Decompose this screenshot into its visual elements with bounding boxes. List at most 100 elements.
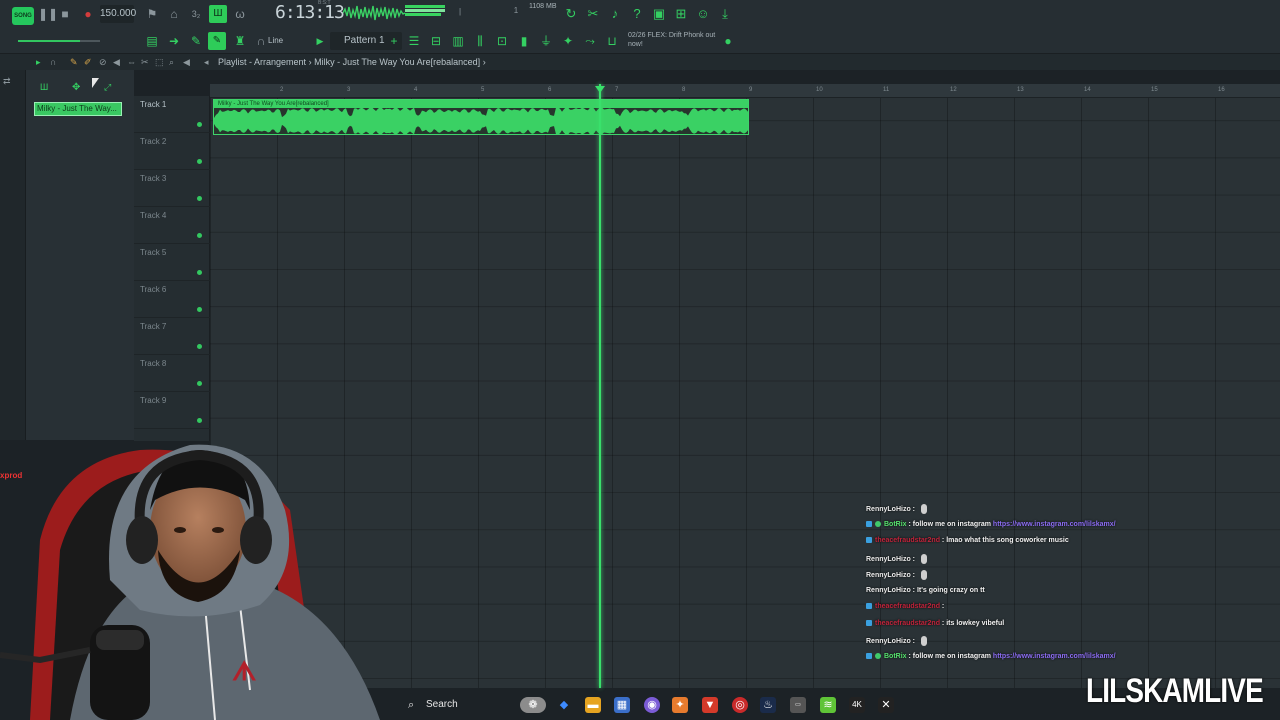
track-active-indicator[interactable]	[197, 196, 202, 201]
track-header-1[interactable]: Track 1	[134, 96, 210, 133]
slip-tool-icon[interactable]: ⇔	[127, 57, 136, 67]
file-explorer-icon[interactable]: ▬	[585, 697, 601, 713]
picker-move-icon[interactable]: ✥	[72, 82, 80, 93]
track-header-8[interactable]: Track 8	[134, 355, 210, 392]
plug-icon[interactable]: ⏚	[538, 33, 554, 49]
mixer-icon[interactable]: ☰	[406, 33, 422, 49]
snap-mode-label[interactable]: Line	[268, 36, 283, 45]
chat-link[interactable]: https://www.instagram.com/lilskamx/	[993, 521, 1116, 528]
snap-magnet-icon[interactable]: ∩	[50, 57, 56, 67]
delete-tool-icon[interactable]: ⊘	[99, 57, 107, 68]
playlist-menu-arrow-icon[interactable]: ◂	[204, 57, 209, 68]
master-pitch-knob[interactable]: |	[452, 4, 468, 20]
record-icon[interactable]: ●	[80, 6, 96, 22]
link-icon[interactable]: ⤳	[582, 33, 598, 49]
pencil-icon[interactable]: ✎	[188, 33, 204, 49]
eq-icon[interactable]: ⫼	[472, 33, 488, 49]
track-header-2[interactable]: Track 2	[134, 133, 210, 170]
track-active-indicator[interactable]	[197, 381, 202, 386]
chat-username[interactable]: RennyLoHizo	[866, 572, 911, 579]
recording-app-icon[interactable]: ◎	[732, 697, 748, 713]
pencil-tool-icon[interactable]: ✎	[70, 57, 78, 68]
stop-icon[interactable]: ■	[57, 6, 73, 22]
fl-studio-icon[interactable]: ✦	[672, 697, 688, 713]
loop-record-icon[interactable]: ω	[232, 6, 248, 22]
chat-username[interactable]: RennyLoHizo	[866, 506, 911, 513]
refresh-icon[interactable]: ↻	[563, 6, 579, 22]
chat-username[interactable]: theacefraudstar2nd	[875, 620, 940, 627]
draw-tool-button[interactable]: ✎	[208, 32, 226, 50]
step-edit-button[interactable]: Ш	[209, 5, 227, 23]
playlist-view-icon[interactable]: ▤	[144, 33, 160, 49]
piano-roll-icon[interactable]: ▥	[450, 33, 466, 49]
track-active-indicator[interactable]	[197, 270, 202, 275]
browser-icon[interactable]: ⇄	[3, 76, 11, 87]
track-active-indicator[interactable]	[197, 344, 202, 349]
chat-icon[interactable]: ☺	[695, 6, 711, 22]
arrow-right-icon[interactable]: ➜	[166, 33, 182, 49]
song-mode-toggle[interactable]: SONG	[12, 7, 34, 25]
track-header-6[interactable]: Track 6	[134, 281, 210, 318]
magnet-icon[interactable]: ∩	[253, 33, 269, 49]
4k-app-icon[interactable]: 4K	[849, 697, 865, 713]
pause-icon[interactable]: ❚❚	[38, 6, 58, 22]
playback-tool-icon[interactable]: ◀	[183, 57, 190, 68]
slice-tool-icon[interactable]: ✂	[141, 57, 149, 68]
track-active-indicator[interactable]	[197, 418, 202, 423]
song-time-display[interactable]: 6:13:13	[275, 2, 345, 23]
picker-audio-clip[interactable]: Milky - Just The Way...	[34, 102, 122, 116]
steam-icon[interactable]: ♨	[760, 697, 776, 713]
tempo-display[interactable]: 150.000	[100, 5, 136, 23]
save-icon[interactable]: ▣	[651, 6, 667, 22]
download-icon[interactable]: ⤓	[717, 6, 733, 22]
timeline-ruler[interactable]: 2 3 4 5 6 7 8 9 10 11 12 13 14 15 16	[210, 84, 1280, 98]
track-active-indicator[interactable]	[197, 307, 202, 312]
brush-tool-icon[interactable]: ✐	[84, 57, 92, 68]
play-arrow-icon[interactable]: ▶	[312, 33, 328, 49]
chat-username[interactable]: RennyLoHizo	[866, 555, 911, 562]
zoom-tool-icon[interactable]: ⌕	[169, 57, 174, 68]
add-pattern-icon[interactable]: +	[386, 33, 402, 49]
chat-link[interactable]: https://www.instagram.com/lilskamx/	[993, 653, 1116, 660]
store-icon[interactable]: ▦	[614, 697, 630, 713]
plugin-database-icon[interactable]: ⊞	[673, 6, 689, 22]
playhead[interactable]	[599, 84, 601, 688]
news-ticker[interactable]: 02/26 FLEX: Drift Phonk out now!	[628, 31, 728, 49]
brave-browser-icon[interactable]: ▼	[702, 697, 718, 713]
pattern-mode-icon[interactable]: ⚑	[144, 6, 160, 22]
discord-icon[interactable]: ◉	[644, 697, 660, 713]
master-volume-slider[interactable]	[18, 40, 100, 42]
metronome-icon[interactable]: ⌂	[166, 6, 182, 22]
playhead-marker[interactable]	[595, 86, 605, 93]
channel-rack-icon[interactable]: ⊟	[428, 33, 444, 49]
online-status-icon[interactable]: ●	[720, 33, 736, 49]
track-header-5[interactable]: Track 5	[134, 244, 210, 281]
track-header-4[interactable]: Track 4	[134, 207, 210, 244]
basket-icon[interactable]: ⊔	[604, 33, 620, 49]
app-icon[interactable]: ▭	[790, 697, 806, 713]
chat-username[interactable]: BotRix	[884, 653, 907, 660]
track-active-indicator[interactable]	[197, 159, 202, 164]
track-header-9[interactable]: Track 9	[134, 392, 210, 429]
file-icon[interactable]: ▮	[516, 33, 532, 49]
blend-notes-icon[interactable]: 3₂	[188, 6, 204, 22]
brush-icon[interactable]: ♜	[232, 33, 248, 49]
chat-username[interactable]: BotRix	[884, 521, 907, 528]
microphone-icon[interactable]: ♪	[607, 6, 623, 22]
chat-username[interactable]: RennyLoHizo	[866, 638, 911, 645]
help-icon[interactable]: ?	[629, 6, 645, 22]
wrench-icon[interactable]: ✦	[560, 33, 576, 49]
capcut-icon[interactable]: ✕	[878, 697, 894, 713]
track-active-indicator[interactable]	[197, 233, 202, 238]
picker-edit-icon[interactable]: ⤢	[104, 82, 111, 93]
picker-pattern-icon[interactable]: Ш	[40, 82, 48, 92]
chat-username[interactable]: theacefraudstar2nd	[875, 603, 940, 610]
track-active-indicator[interactable]	[197, 122, 202, 127]
search-highlight-icon[interactable]: ❁	[520, 697, 546, 713]
mute-tool-icon[interactable]: ◀	[113, 57, 120, 68]
chat-username[interactable]: RennyLoHizo	[866, 587, 911, 594]
audio-clip[interactable]: Milky - Just The Way You Are[rebalanced]	[213, 99, 749, 135]
copilot-icon[interactable]: ◆	[556, 697, 572, 713]
track-header-3[interactable]: Track 3	[134, 170, 210, 207]
select-tool-icon[interactable]: ⬚	[155, 57, 164, 68]
